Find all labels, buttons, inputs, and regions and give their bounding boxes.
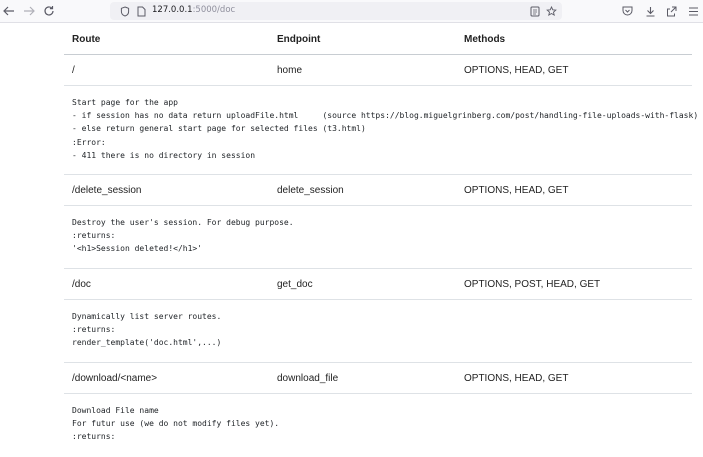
doc-line: Start page for the app (72, 98, 178, 107)
table-row: / home OPTIONS, HEAD, GET (64, 55, 692, 86)
doc-line: :returns: (72, 231, 116, 241)
route-doc: Start page for the app - if session has … (64, 86, 699, 175)
arrow-right-icon[interactable] (20, 2, 38, 20)
route-endpoint: home (277, 65, 303, 76)
doc-line: Destroy the user's session. For debug pu… (72, 218, 294, 227)
table-row: /download/<name> download_file OPTIONS, … (64, 363, 692, 394)
browser-toolbar: 127.0.0.1:5000/doc (0, 0, 703, 23)
route-endpoint: get_doc (277, 279, 313, 290)
doc-line: :returns: (72, 432, 116, 442)
pocket-icon[interactable] (618, 2, 636, 20)
route-doc: Download File name For futur use (we do … (64, 394, 692, 457)
table-header: Route Endpoint Methods (64, 24, 692, 55)
route-path: / (72, 65, 75, 76)
route-endpoint: download_file (277, 373, 339, 384)
hamburger-menu-icon[interactable] (684, 2, 702, 20)
reload-icon[interactable] (40, 2, 58, 20)
doc-line: - else return general start page for sel… (72, 124, 366, 134)
route-doc: Destroy the user's session. For debug pu… (64, 206, 692, 269)
table-row: /delete_session delete_session OPTIONS, … (64, 175, 692, 206)
doc-line: :returns: (72, 325, 116, 335)
url-text[interactable]: 127.0.0.1:5000/doc (152, 5, 235, 15)
route-doc: Dynamically list server routes. :returns… (64, 300, 692, 363)
doc-line: :Error: (72, 137, 106, 147)
header-route: Route (72, 34, 101, 45)
route-path: /doc (72, 279, 91, 290)
arrow-left-icon[interactable] (0, 2, 18, 20)
doc-line: Download File name (72, 406, 159, 415)
doc-line: For futur use (we do not modify files ye… (72, 419, 280, 429)
route-methods: OPTIONS, POST, HEAD, GET (464, 279, 601, 290)
route-path: /download/<name> (72, 373, 158, 384)
route-methods: OPTIONS, HEAD, GET (464, 373, 569, 384)
doc-line: - if session has no data return uploadFi… (72, 111, 699, 121)
doc-line: - 411 there is no directory in session (72, 150, 256, 160)
doc-line: render_template('doc.html',...) (72, 338, 222, 348)
table-row: /doc get_doc OPTIONS, POST, HEAD, GET (64, 269, 692, 300)
header-methods: Methods (464, 34, 506, 45)
route-path: /delete_session (72, 185, 142, 196)
download-icon[interactable] (641, 2, 659, 20)
doc-line: Dynamically list server routes. (72, 312, 222, 321)
route-methods: OPTIONS, HEAD, GET (464, 185, 569, 196)
share-icon[interactable] (662, 2, 680, 20)
doc-line: '<h1>Session deleted!</h1>' (72, 244, 203, 254)
header-endpoint: Endpoint (277, 34, 321, 45)
route-endpoint: delete_session (277, 185, 344, 196)
routes-table: Route Endpoint Methods / home OPTIONS, H… (64, 24, 699, 457)
url-bar[interactable]: 127.0.0.1:5000/doc (110, 2, 562, 20)
route-methods: OPTIONS, HEAD, GET (464, 65, 569, 76)
page-icon[interactable] (132, 2, 150, 20)
star-icon[interactable] (542, 2, 560, 20)
